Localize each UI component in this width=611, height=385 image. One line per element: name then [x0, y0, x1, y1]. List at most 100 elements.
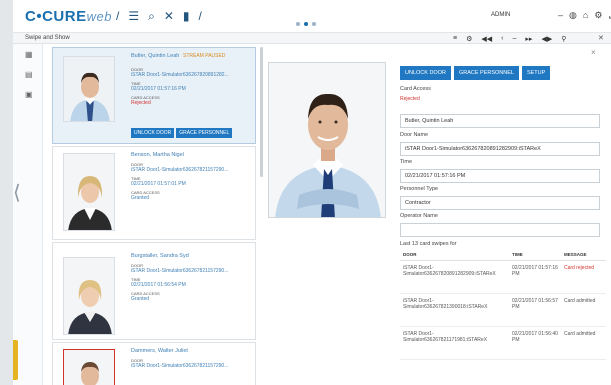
col-message-header[interactable]: MESSAGE [564, 252, 606, 257]
page-indicator[interactable] [296, 22, 316, 26]
pin-icon[interactable]: ⚲ [561, 35, 566, 43]
cardholder-name[interactable]: Burgstaller, Sandra Syd [131, 253, 257, 259]
app-logo[interactable]: C•CUREweb [25, 8, 112, 25]
slash-divider-icon: / [116, 9, 120, 23]
top-bar: C•CUREweb / ☰ ⌕ ✕ ▮ / ADMIN – ◍ ⌂ ⚙ ⤢ [13, 0, 611, 33]
swipe-message: Card admitted [564, 298, 596, 304]
time-label: Time [400, 159, 413, 165]
globe-icon[interactable]: ◍ [569, 10, 577, 21]
swipe-time: 02/21/2017 01:56:40 PM [512, 331, 558, 343]
swipe-card-list: STREAM PAUSED Butler, Quintin Leah DOOR … [52, 47, 260, 385]
window-title: Swipe and Show [25, 35, 70, 41]
swipes-table-header: DOOR TIME MESSAGE [400, 249, 606, 261]
user-name[interactable]: ADMIN [491, 12, 510, 18]
personnel-type-field[interactable]: Contractor [400, 196, 600, 210]
settings-icon[interactable]: ⚙ [466, 35, 472, 43]
door-name-field[interactable]: iSTAR Door1-Simulator636267820891282909:… [400, 142, 600, 156]
grace-personnel-button[interactable]: GRACE PERSONNEL [453, 66, 519, 80]
swipe-time: 02/21/2017 01:56:57 PM [512, 298, 558, 310]
grace-personnel-button[interactable]: GRACE PERSONNEL [176, 128, 233, 138]
personnel-type-label: Personnel Type [400, 186, 439, 192]
logo-main: C•CURE [25, 8, 87, 25]
operator-name-field[interactable] [400, 223, 600, 237]
swipe-door: iSTAR Door1-Simulator636267820891282909:… [403, 265, 496, 277]
back-icon[interactable]: ‹ [501, 35, 503, 42]
door-value[interactable]: iSTAR Door1-Simulator636267820891282... [131, 72, 257, 78]
door-name-label: Door Name [400, 132, 429, 138]
swipe-door: iSTAR Door1-Simulator636267821390018:iST… [403, 298, 488, 310]
grid-icon[interactable]: ▦ [25, 50, 33, 59]
card-info: Butler, Quintin Leah DOOR iSTAR Door1-Si… [131, 53, 257, 106]
cardholder-photo [63, 257, 115, 335]
home-icon[interactable]: ⌂ [583, 10, 588, 21]
col-time-header[interactable]: TIME [512, 252, 564, 257]
page-dot-active[interactable] [304, 22, 308, 26]
card-access-label: Card Access [400, 86, 431, 92]
slash-divider-icon: / [198, 9, 202, 23]
access-value: Rejected [131, 100, 151, 106]
unlock-door-button[interactable]: UNLOCK DOOR [131, 128, 175, 138]
page-dot[interactable] [296, 22, 300, 26]
side-bookmark-tab[interactable] [13, 340, 18, 380]
app-window: C•CUREweb / ☰ ⌕ ✕ ▮ / ADMIN – ◍ ⌂ ⚙ ⤢ Sw… [13, 0, 611, 385]
swipe-detail-panel: × UNLOCK DOOR GRACE PERSONNEL SETUP Card… [263, 46, 611, 385]
list-icon[interactable]: ☰ [128, 9, 139, 23]
swipe-door: iSTAR Door1-Simulator636267821171981:iST… [403, 331, 488, 343]
cardholder-name-field[interactable]: Butler, Quintin Leah [400, 114, 600, 128]
detail-actions: UNLOCK DOOR GRACE PERSONNEL SETUP [400, 66, 551, 80]
access-value: Granted [131, 195, 150, 201]
menu-icon[interactable]: ≡ [453, 35, 457, 42]
operator-name-label: Operator Name [400, 213, 438, 219]
setup-button[interactable]: SETUP [521, 66, 551, 80]
table-row[interactable]: iSTAR Door1-Simulator636267820891282909:… [400, 261, 606, 294]
dash-icon[interactable]: – [558, 10, 563, 21]
card-info: Burgstaller, Sandra Syd DOOR iSTAR Door1… [131, 253, 257, 302]
cardholder-photo [63, 349, 115, 385]
chevron-left-icon[interactable]: ⟨ [13, 180, 21, 205]
close-icon[interactable]: ✕ [598, 34, 604, 42]
swipe-card[interactable]: Benson, Martha Nigel DOOR iSTAR Door1-Si… [52, 146, 256, 240]
stop-icon[interactable]: – [513, 35, 517, 42]
cardholder-photo [63, 56, 115, 122]
swipes-table: DOOR TIME MESSAGE iSTAR Door1-Simulator6… [400, 249, 606, 360]
time-field[interactable]: 02/21/2017 01:57:16 PM [400, 169, 600, 183]
playback-toolbar: ≡ ⚙ ◀◀ ‹ – ▸▸ ◀▶ ⚲ [453, 33, 566, 44]
cardholder-name[interactable]: Dammers, Walter Juliet [131, 348, 257, 354]
calendar-icon[interactable]: ▣ [25, 90, 33, 99]
left-rail: ▦ ▤ ▣ [13, 44, 43, 385]
chart-icon[interactable]: ▮ [183, 9, 190, 23]
door-value[interactable]: iSTAR Door1-Simulator636267821157290... [131, 363, 257, 369]
swipes-title: Last 13 card swipes for [400, 241, 457, 247]
table-row[interactable]: iSTAR Door1-Simulator636267821171981:iST… [400, 327, 606, 360]
time-value: 02/21/2017 01:56:54 PM [131, 282, 186, 288]
swipe-card[interactable]: STREAM PAUSED Butler, Quintin Leah DOOR … [52, 47, 256, 144]
door-value[interactable]: iSTAR Door1-Simulator636267821157290... [131, 268, 257, 274]
card-actions: UNLOCK DOOR GRACE PERSONNEL [131, 128, 233, 138]
close-icon[interactable]: × [591, 48, 596, 57]
cardholder-photo [63, 153, 115, 231]
search-icon[interactable]: ⌕ [148, 9, 155, 23]
door-value[interactable]: iSTAR Door1-Simulator636267821157290... [131, 167, 257, 173]
document-icon[interactable]: ▤ [25, 70, 33, 79]
col-door-header[interactable]: DOOR [400, 252, 512, 257]
swipe-time: 02/21/2017 01:57:16 PM [512, 265, 558, 277]
table-row[interactable]: iSTAR Door1-Simulator636267821390018:iST… [400, 294, 606, 327]
rewind-icon[interactable]: ◀◀ [481, 35, 492, 43]
swipe-card[interactable]: Burgstaller, Sandra Syd DOOR iSTAR Door1… [52, 242, 256, 340]
top-right-icons: – ◍ ⌂ ⚙ ⤢ [558, 10, 611, 21]
card-info: Dammers, Walter Juliet DOOR iSTAR Door1-… [131, 348, 257, 369]
unlock-door-button[interactable]: UNLOCK DOOR [400, 66, 451, 80]
logo-suffix: web [86, 9, 112, 24]
cardholder-name[interactable]: Butler, Quintin Leah [131, 53, 257, 59]
forward-icon[interactable]: ▸▸ [525, 35, 532, 43]
swipe-card[interactable]: Dammers, Walter Juliet DOOR iSTAR Door1-… [52, 342, 256, 385]
card-access-value: Rejected [400, 96, 420, 102]
tools-icon[interactable]: ✕ [164, 9, 174, 23]
cardholder-name[interactable]: Benson, Martha Nigel [131, 152, 257, 158]
card-info: Benson, Martha Nigel DOOR iSTAR Door1-Si… [131, 152, 257, 201]
time-value: 02/21/2017 01:57:01 PM [131, 181, 186, 187]
page-dot[interactable] [312, 22, 316, 26]
time-value: 02/21/2017 01:57:16 PM [131, 86, 186, 92]
play-icon[interactable]: ◀▶ [541, 35, 552, 43]
settings-icon[interactable]: ⚙ [594, 10, 602, 21]
